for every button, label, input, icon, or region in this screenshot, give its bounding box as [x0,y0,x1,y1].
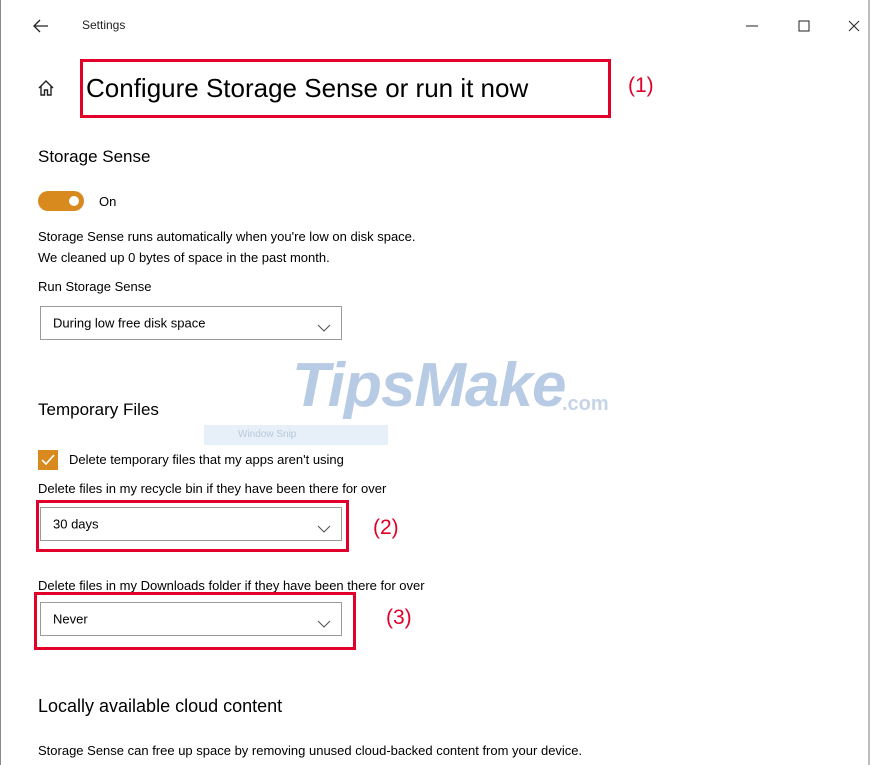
run-storage-sense-dropdown[interactable]: During low free disk space [40,306,342,340]
storage-sense-toggle[interactable] [38,191,84,211]
delete-temp-files-checkbox[interactable] [38,450,58,470]
annotation-label-3: (3) [386,606,412,629]
delete-temp-files-label: Delete temporary files that my apps aren… [69,452,344,467]
temporary-files-heading: Temporary Files [38,400,159,419]
checkmark-icon [41,454,55,466]
maximize-icon[interactable] [792,14,816,38]
cloud-content-description: Storage Sense can free up space by remov… [38,743,583,758]
cloud-content-heading: Locally available cloud content [38,696,283,716]
toggle-state-label: On [99,194,117,209]
arrow-left-icon[interactable] [32,18,50,34]
storage-sense-heading: Storage Sense [38,147,151,166]
window-snip-label: Window Snip [238,429,297,440]
recycle-bin-dropdown[interactable]: 30 days [40,507,342,541]
home-icon[interactable] [36,78,56,98]
downloads-folder-dropdown[interactable]: Never [40,602,342,636]
minimize-icon[interactable] [740,14,764,38]
watermark-suffix: .com [562,393,609,415]
chevron-down-icon [317,319,331,332]
chevron-down-icon [317,615,331,628]
close-icon[interactable] [842,14,866,38]
dropdown-selected-value: During low free disk space [53,315,206,331]
downloads-folder-label: Delete files in my Downloads folder if t… [38,578,425,593]
window-title: Settings [82,18,126,32]
toggle-knob [69,196,79,206]
window-border-left [0,0,1,765]
watermark-logo: TipsMake [292,351,566,420]
title-bar: Settings [0,0,870,52]
page-title: Configure Storage Sense or run it now [86,73,529,103]
storage-sense-description: Storage Sense runs automatically when yo… [38,229,416,244]
chevron-down-icon [317,520,331,533]
dropdown-selected-value: Never [53,611,88,627]
dropdown-selected-value: 30 days [53,516,99,532]
annotation-label-2: (2) [373,516,399,539]
storage-sense-cleaned-info: We cleaned up 0 bytes of space in the pa… [38,250,330,265]
annotation-label-1: (1) [628,74,654,97]
run-storage-sense-label: Run Storage Sense [38,279,152,294]
recycle-bin-label: Delete files in my recycle bin if they h… [38,481,387,496]
